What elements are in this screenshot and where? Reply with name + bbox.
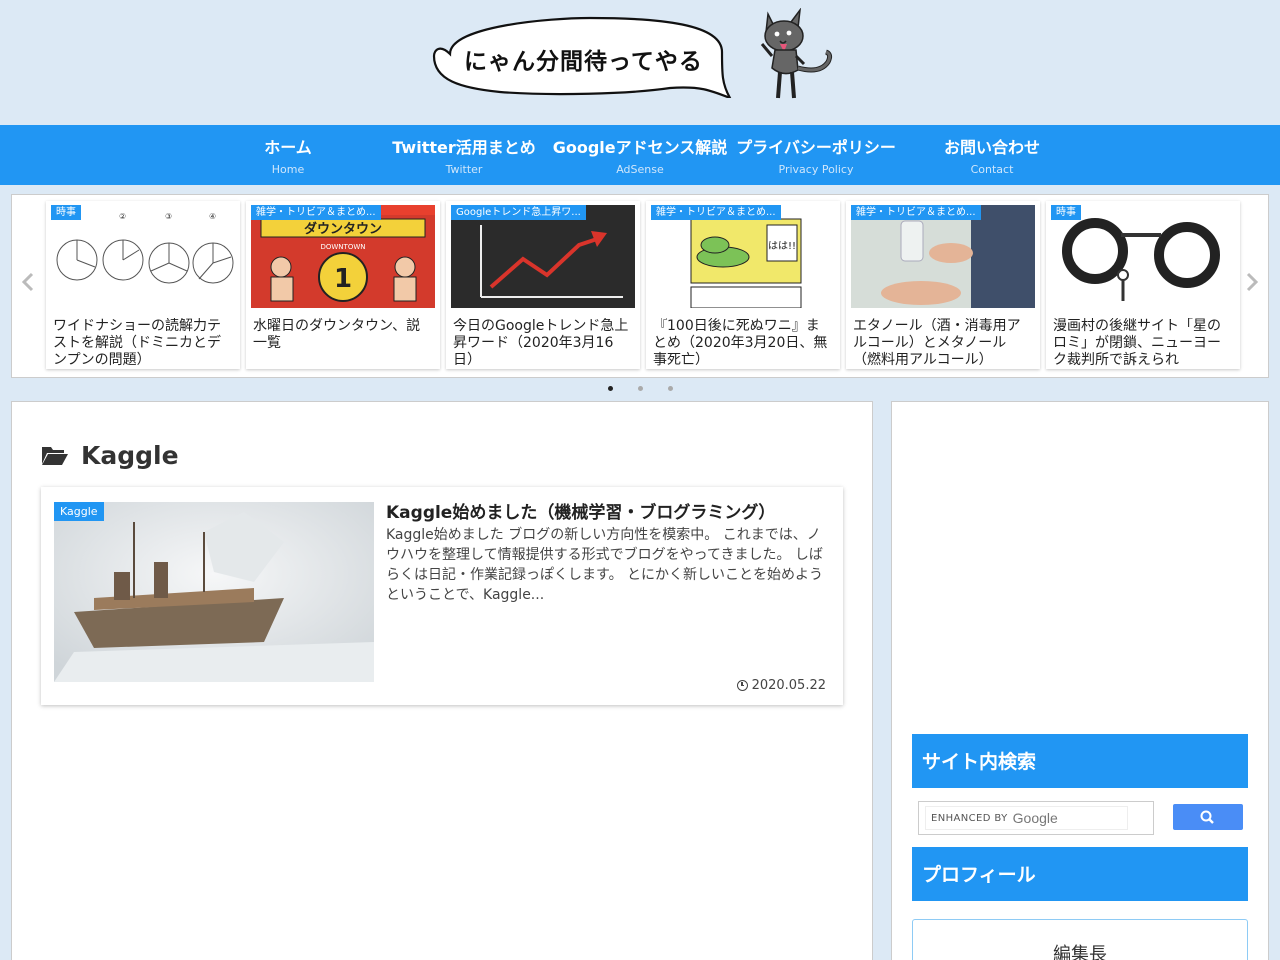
card-title: エタノール（酒・消毒用アルコール）とメタノール（燃料用アルコール） (853, 318, 1021, 368)
folder-open-icon (42, 447, 68, 465)
nav-sublabel: Home (271, 163, 305, 176)
profile-card: 編集長 (912, 919, 1248, 960)
card-thumbnail: 雑学・トリビア＆まとめ... ダウンタウン DOWNTOWN 1 (251, 205, 435, 308)
card-category: 雑学・トリビア＆まとめ... (251, 205, 381, 220)
nav-label: Googleアドセンス解説 (552, 138, 728, 157)
logo-text: にゃん分間待ってやる (464, 49, 703, 75)
carousel-card[interactable]: 雑学・トリビア＆まとめ... ダウンタウン DOWNTOWN 1 水曜日のダウン… (246, 201, 440, 369)
nav-sublabel: AdSense (616, 163, 664, 176)
search-widget-heading: サイト内検索 (912, 734, 1248, 788)
search-enhanced-label: ENHANCED BY (931, 812, 1008, 824)
nav-item-contact[interactable]: お問い合わせ Contact (904, 125, 1080, 185)
carousel-card[interactable]: 雑学・トリビア＆まとめ... エタノール（酒・消毒用アルコール）とメタノール（燃… (846, 201, 1040, 369)
sign-subtext: DOWNTOWN (320, 243, 365, 251)
nav-item-home[interactable]: ホーム Home (200, 125, 376, 185)
card-title: 今日のGoogleトレンド急上昇ワード（2020年3月16日） (453, 318, 629, 368)
nav-item-twitter[interactable]: Twitter活用まとめ Twitter (376, 125, 552, 185)
nav-label: プライバシーポリシー (736, 138, 896, 157)
pie-number: ② (119, 212, 126, 221)
site-header: にゃん分間待ってやる (0, 0, 1280, 125)
carousel-card[interactable]: 雑学・トリビア＆まとめ... はは!! 『100日後に死ぬワニ』まとめ（2020… (646, 201, 840, 369)
card-title: 『100日後に死ぬワニ』まとめ（2020年3月20日、無事死亡） (653, 318, 828, 368)
card-category: 時事 (1051, 205, 1081, 220)
search-icon (1200, 810, 1214, 824)
carousel-pagination (600, 382, 690, 396)
handcuffs-image (1062, 218, 1220, 301)
carousel-card[interactable]: Googleトレンド急上昇ワ... 今日のGoogleトレンド急上昇ワード（20… (446, 201, 640, 369)
card-title: 漫画村の後継サイト「星のロミ」が閉鎖、ニューヨーク裁判所で訴えられ (1053, 318, 1221, 368)
chevron-left-icon[interactable] (16, 271, 40, 299)
carousel-card[interactable]: 時事 漫画村の後継サイト「星のロミ」が閉鎖、ニューヨーク裁判所で訴えられ (1046, 201, 1240, 369)
related-posts-carousel: 時事 ① ② ③ ④ ワイドナショーの読解力テストを解説（ドミニカとデンプンの問… (11, 194, 1269, 378)
card-thumbnail: 雑学・トリビア＆まとめ... はは!! (651, 205, 835, 308)
card-title: 水曜日のダウンタウン、説一覧 (253, 318, 421, 351)
entry-date-text: 2020.05.22 (751, 678, 826, 693)
sidebar: サイト内検索 ENHANCED BY Google プロフィール 編集長 (891, 401, 1269, 960)
google-logo: Google (1012, 810, 1058, 826)
entry-thumbnail: Kaggle (54, 502, 374, 682)
crocodile-comic-image: はは!! (690, 218, 802, 308)
nav-sublabel: Privacy Policy (778, 163, 854, 176)
nav-item-adsense[interactable]: Googleアドセンス解説 AdSense (552, 125, 728, 185)
site-search: ENHANCED BY Google (916, 800, 1248, 838)
profile-widget-heading: プロフィール (912, 847, 1248, 901)
nav-sublabel: Contact (970, 163, 1014, 176)
entry-category-label: Kaggle (54, 502, 104, 521)
nav-label: Twitter活用まとめ (392, 138, 536, 157)
svg-text:1: 1 (334, 264, 352, 294)
entry-card[interactable]: Kaggle Kaggle始めました（機械学習・ブログラミング） Kaggle始… (41, 487, 843, 705)
archive-title-text: Kaggle (81, 440, 179, 470)
pie-number: ④ (209, 212, 216, 221)
main-content: Kaggle Kaggle Kaggle始めました（機械学習・ブログラミング） … (11, 401, 873, 960)
card-thumbnail: 時事 (1051, 205, 1235, 308)
nav-label: お問い合わせ (943, 138, 1040, 157)
nav-label: ホーム (264, 138, 312, 157)
sanitizer-image (851, 205, 1035, 308)
downtown-image: ダウンタウン DOWNTOWN 1 (251, 215, 435, 308)
card-title: ワイドナショーの読解力テストを解説（ドミニカとデンプンの問題） (53, 318, 221, 368)
card-category: Googleトレンド急上昇ワ... (451, 205, 586, 220)
global-nav: ホーム Home Twitter活用まとめ Twitter Googleアドセン… (0, 125, 1280, 185)
cat-mascot-icon (760, 8, 833, 99)
profile-name: 編集長 (1053, 944, 1107, 960)
trend-chart-image (480, 225, 623, 298)
card-thumbnail: 時事 ① ② ③ ④ (51, 205, 235, 308)
pie-number: ③ (165, 212, 172, 221)
comic-bubble-text: はは!! (768, 240, 796, 252)
search-button[interactable] (1173, 804, 1243, 830)
entry-snippet: Kaggle始めました ブログの新しい方向性を模索中。 これまでは、ノウハウを整… (386, 527, 824, 603)
carousel-dot-active[interactable] (608, 386, 613, 391)
carousel-card[interactable]: 時事 ① ② ③ ④ ワイドナショーの読解力テストを解説（ドミニカとデンプンの問… (46, 201, 240, 369)
search-input-frame: ENHANCED BY Google (918, 801, 1154, 835)
ghost-ship-image (54, 502, 374, 682)
card-category: 雑学・トリビア＆まとめ... (851, 205, 981, 220)
card-category: 時事 (51, 205, 81, 220)
entry-title[interactable]: Kaggle始めました（機械学習・ブログラミング） (386, 498, 775, 523)
sign-text: ダウンタウン (304, 221, 382, 237)
clock-icon (736, 680, 748, 691)
card-category: 雑学・トリビア＆まとめ... (651, 205, 781, 220)
chevron-right-icon[interactable] (1240, 271, 1264, 299)
card-thumbnail: Googleトレンド急上昇ワ... (451, 205, 635, 308)
nav-sublabel: Twitter (445, 163, 483, 176)
site-logo[interactable]: にゃん分間待ってやる (430, 8, 840, 108)
pie-charts-image: ① ② ③ ④ (56, 212, 234, 284)
card-thumbnail: 雑学・トリビア＆まとめ... (851, 205, 1035, 308)
nav-item-privacy-policy[interactable]: プライバシーポリシー Privacy Policy (728, 125, 904, 185)
entry-date: 2020.05.22 (736, 678, 826, 693)
carousel-dot[interactable] (638, 386, 643, 391)
search-input[interactable]: ENHANCED BY Google (925, 806, 1128, 830)
archive-title: Kaggle (41, 440, 179, 470)
carousel-dot[interactable] (668, 386, 673, 391)
